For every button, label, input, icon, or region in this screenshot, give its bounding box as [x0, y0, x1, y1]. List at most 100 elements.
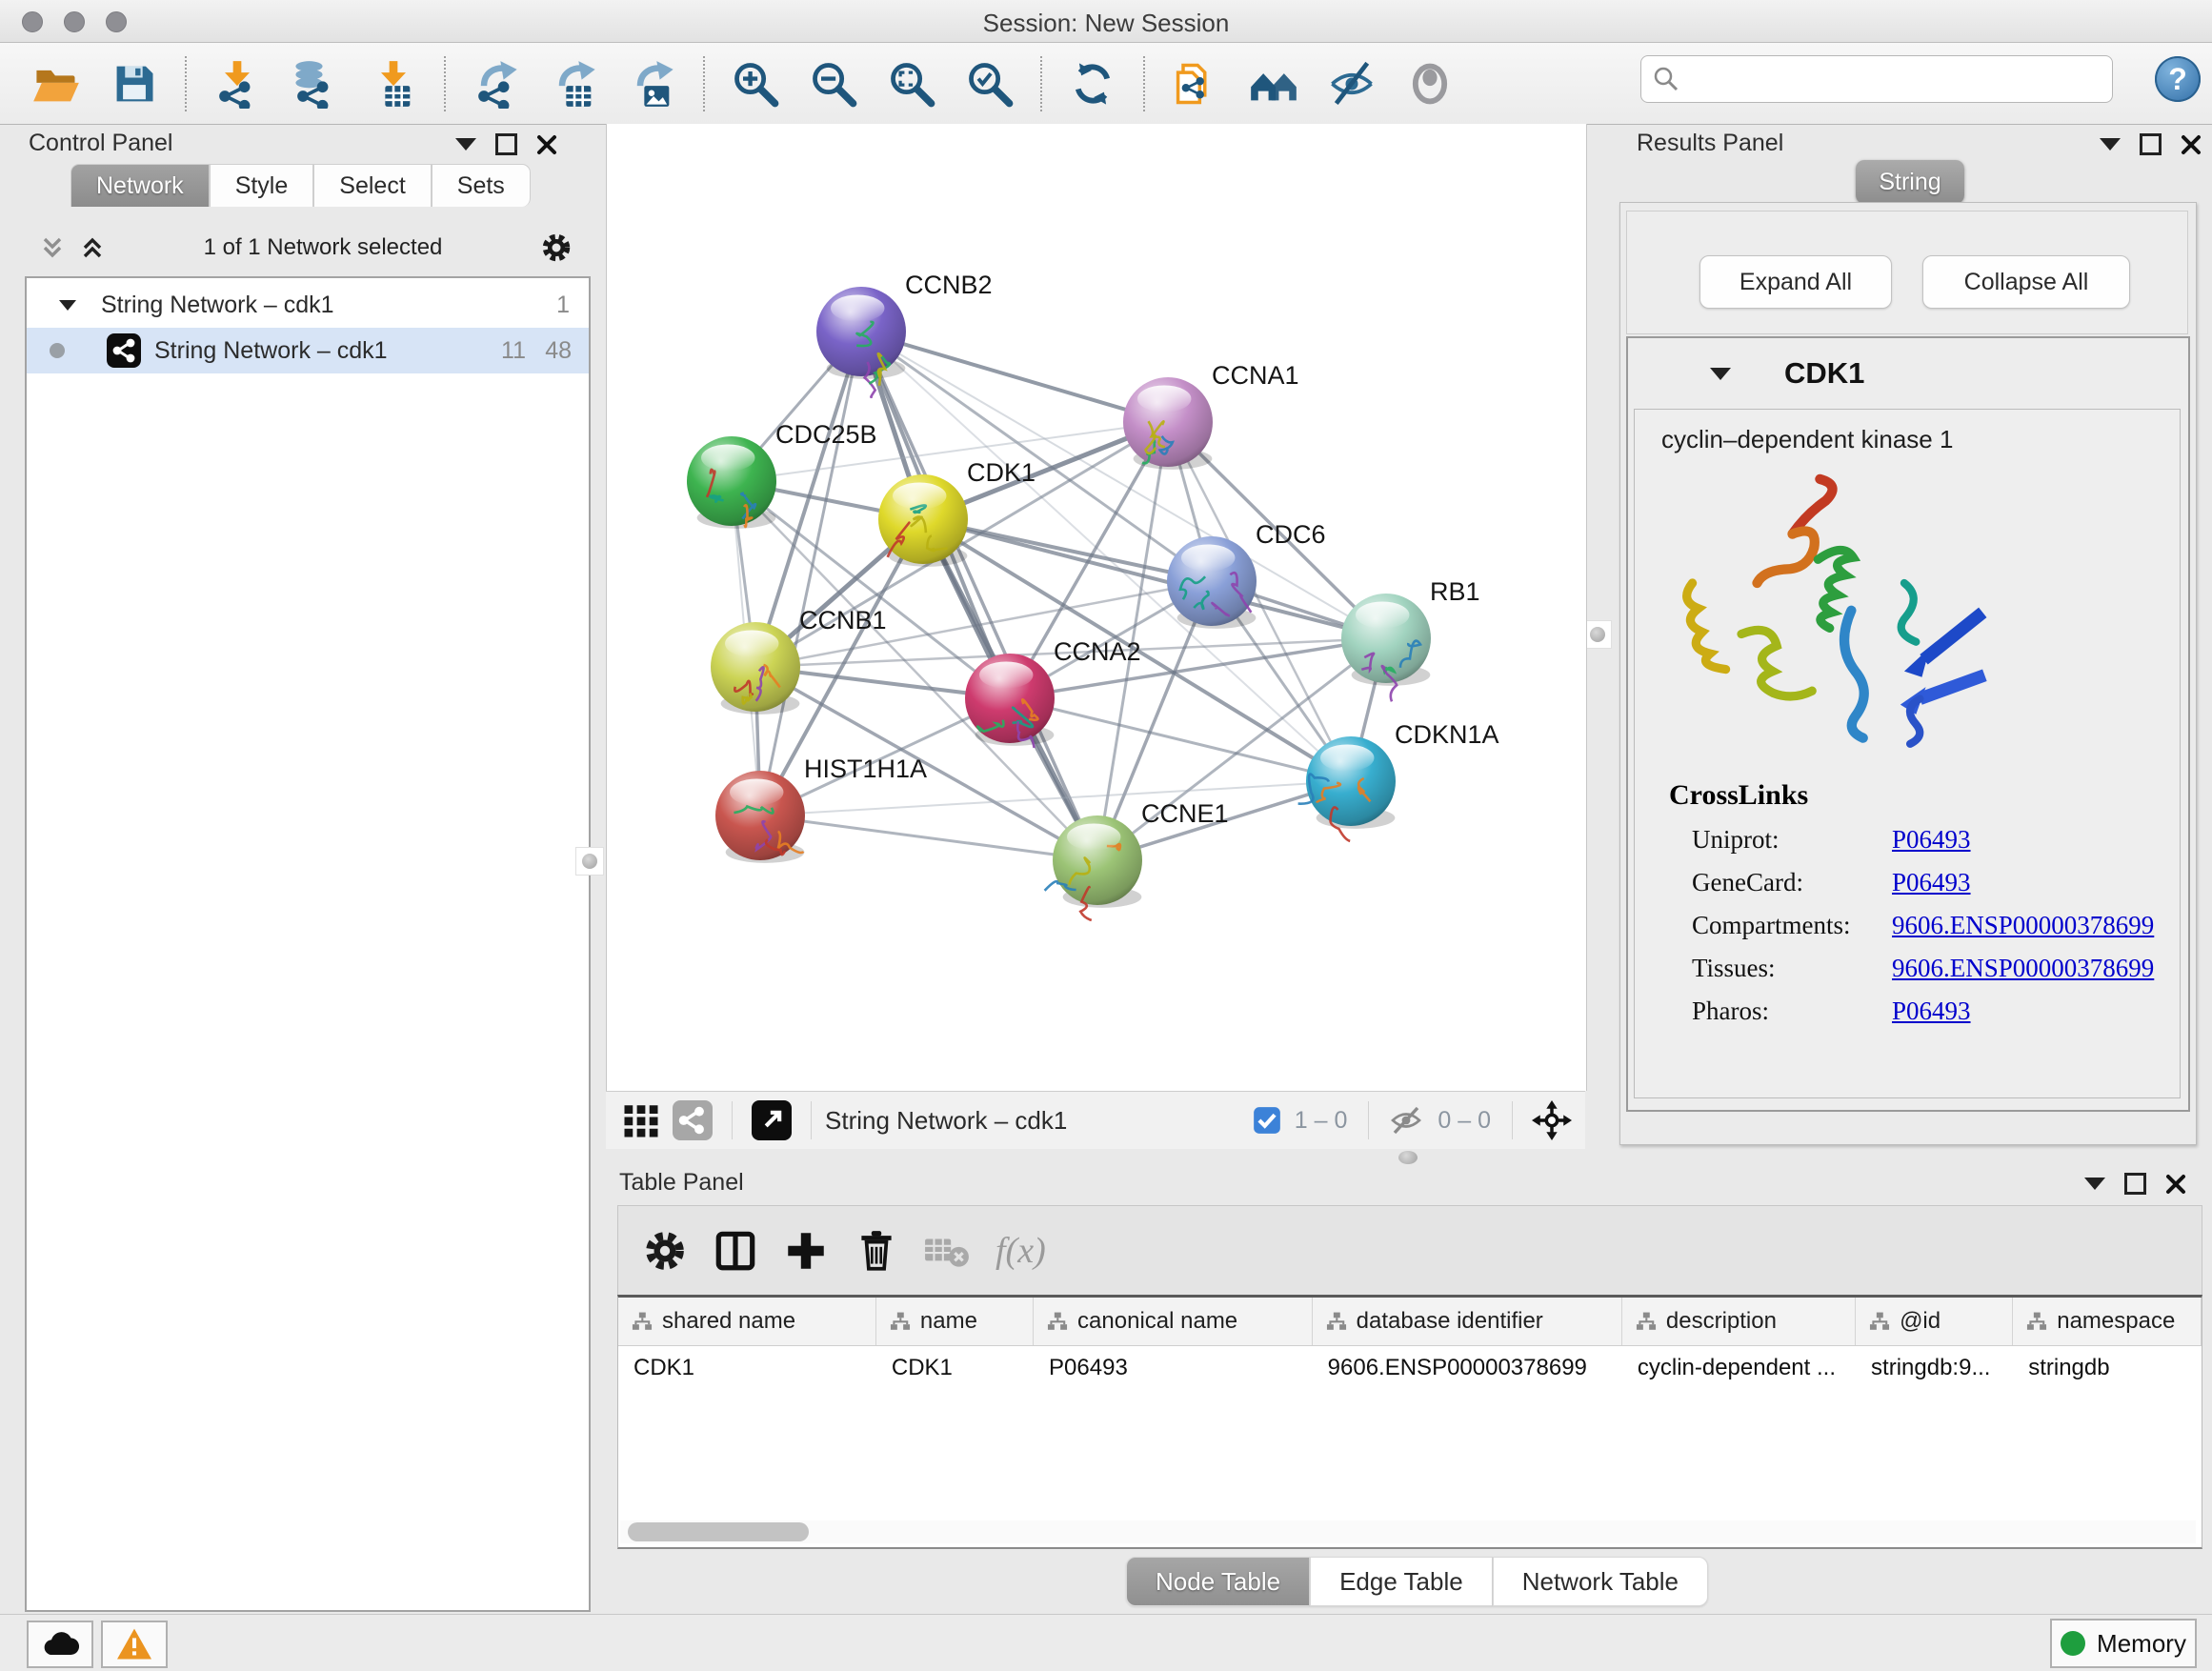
network-node[interactable] — [1167, 536, 1257, 629]
export-table-icon[interactable] — [550, 59, 599, 109]
crosslink-value-link[interactable]: P06493 — [1892, 997, 1971, 1026]
network-edge[interactable] — [1010, 698, 1351, 781]
open-session-icon[interactable] — [31, 59, 81, 109]
table-row[interactable]: CDK1CDK1P064939606.ENSP00000378699cyclin… — [618, 1346, 2202, 1390]
table-cell[interactable]: stringdb — [2013, 1346, 2202, 1390]
left-splitter-handle[interactable] — [575, 847, 604, 876]
home-icon[interactable] — [1249, 59, 1298, 109]
table-cell[interactable]: CDK1 — [876, 1346, 1034, 1390]
tab-select[interactable]: Select — [313, 164, 431, 207]
zoom-selected-icon[interactable] — [965, 59, 1015, 109]
refresh-layout-icon[interactable] — [1068, 59, 1117, 109]
table-cell[interactable]: cyclin-dependent ... — [1622, 1346, 1856, 1390]
network-node[interactable] — [1045, 815, 1142, 920]
panel-float-icon[interactable] — [2140, 133, 2162, 155]
column-header-description[interactable]: description — [1622, 1298, 1856, 1345]
column-header-shared-name[interactable]: shared name — [618, 1298, 876, 1345]
panel-close-icon[interactable] — [2165, 1174, 2186, 1195]
import-database-icon[interactable] — [291, 59, 340, 109]
zoom-fit-icon[interactable] — [887, 59, 936, 109]
collapse-all-icon[interactable] — [38, 233, 67, 262]
memory-button[interactable]: Memory — [2050, 1619, 2197, 1668]
hide-glasses-icon[interactable] — [1327, 59, 1377, 109]
network-node[interactable] — [1298, 736, 1396, 841]
tab-edge-table[interactable]: Edge Table — [1310, 1557, 1493, 1606]
tab-network-table[interactable]: Network Table — [1493, 1557, 1708, 1606]
grid-view-icon[interactable] — [621, 1100, 661, 1140]
column-header-database-identifier[interactable]: database identifier — [1313, 1298, 1622, 1345]
network-collection-row[interactable]: String Network – cdk1 1 — [27, 282, 589, 328]
column-header-namespace[interactable]: namespace — [2013, 1298, 2202, 1345]
zoom-out-icon[interactable] — [809, 59, 858, 109]
network-node[interactable] — [711, 622, 800, 715]
network-canvas[interactable]: CCNB2CCNA1CDC25BCDK1CDC6RB1CCNB1CCNA2CDK… — [606, 124, 1587, 1091]
export-network-icon[interactable] — [472, 59, 521, 109]
table-settings-gear-icon[interactable] — [641, 1227, 689, 1275]
zoom-in-icon[interactable] — [731, 59, 780, 109]
network-node[interactable] — [687, 436, 776, 529]
table-cell[interactable]: CDK1 — [618, 1346, 876, 1390]
network-node[interactable] — [715, 771, 805, 863]
show-eye-icon[interactable] — [1405, 59, 1455, 109]
panel-collapse-icon[interactable] — [2084, 1178, 2105, 1190]
network-node[interactable] — [878, 474, 968, 567]
import-table-icon[interactable] — [369, 59, 418, 109]
horizontal-splitter-handle[interactable] — [1398, 1151, 1418, 1164]
crosslink-value-link[interactable]: 9606.ENSP00000378699 — [1892, 954, 2154, 983]
panel-float-icon[interactable] — [495, 133, 517, 155]
collapse-all-button[interactable]: Collapse All — [1922, 255, 2130, 309]
tab-network[interactable]: Network — [70, 164, 210, 207]
share-view-icon[interactable] — [673, 1100, 713, 1140]
table-cell[interactable]: stringdb:9... — [1856, 1346, 2013, 1390]
create-column-plus-icon[interactable] — [782, 1227, 830, 1275]
panel-close-icon[interactable] — [536, 134, 557, 155]
birds-eye-navigator-icon[interactable] — [1532, 1100, 1572, 1140]
import-network-icon[interactable] — [212, 59, 262, 109]
column-header-name[interactable]: name — [876, 1298, 1034, 1345]
table-horizontal-scrollbar[interactable] — [620, 1520, 2196, 1543]
panel-close-icon[interactable] — [2181, 134, 2202, 155]
gene-section-header[interactable]: CDK1 — [1628, 338, 2188, 409]
crosslink-value-link[interactable]: P06493 — [1892, 868, 1971, 897]
help-button[interactable]: ? — [2155, 56, 2201, 102]
copy-network-icon[interactable] — [1171, 59, 1220, 109]
scrollbar-thumb[interactable] — [628, 1522, 809, 1541]
expand-all-button[interactable]: Expand All — [1699, 255, 1892, 309]
table-cell[interactable]: 9606.ENSP00000378699 — [1313, 1346, 1622, 1390]
network-node[interactable] — [1341, 594, 1431, 701]
tab-string[interactable]: String — [1856, 160, 1964, 204]
section-collapse-icon[interactable] — [1710, 368, 1731, 380]
collection-expand-icon[interactable] — [59, 300, 76, 311]
network-edge[interactable] — [760, 332, 861, 815]
save-session-icon[interactable] — [110, 59, 159, 109]
tab-style[interactable]: Style — [210, 164, 314, 207]
crosslink-value-link[interactable]: P06493 — [1892, 825, 1971, 855]
network-node[interactable] — [965, 654, 1055, 748]
network-edge[interactable] — [861, 332, 1168, 422]
detach-view-icon[interactable] — [752, 1100, 792, 1140]
column-header--id[interactable]: @id — [1856, 1298, 2013, 1345]
selected-checkbox-icon[interactable] — [1253, 1106, 1281, 1135]
delete-column-trash-icon[interactable] — [853, 1227, 900, 1275]
cloud-status-button[interactable] — [27, 1621, 93, 1668]
network-node[interactable] — [816, 287, 906, 397]
panel-float-icon[interactable] — [2124, 1173, 2146, 1195]
export-image-icon[interactable] — [628, 59, 677, 109]
right-splitter-handle[interactable] — [1583, 620, 1612, 649]
column-header-canonical-name[interactable]: canonical name — [1034, 1298, 1313, 1345]
warning-status-button[interactable] — [101, 1621, 168, 1668]
network-row-selected[interactable]: String Network – cdk1 11 48 — [27, 328, 589, 373]
search-input[interactable] — [1687, 60, 2101, 96]
network-node[interactable] — [1123, 377, 1213, 470]
panel-collapse-icon[interactable] — [455, 138, 476, 151]
tab-node-table[interactable]: Node Table — [1126, 1557, 1310, 1606]
toolbar-icons — [17, 43, 1469, 124]
network-edge[interactable] — [760, 815, 1097, 860]
tab-sets[interactable]: Sets — [432, 164, 531, 207]
crosslink-value-link[interactable]: 9606.ENSP00000378699 — [1892, 911, 2154, 940]
panel-collapse-icon[interactable] — [2100, 138, 2121, 151]
show-columns-icon[interactable] — [712, 1227, 759, 1275]
gear-icon[interactable] — [539, 231, 573, 265]
expand-all-icon[interactable] — [78, 233, 107, 262]
table-cell[interactable]: P06493 — [1034, 1346, 1313, 1390]
